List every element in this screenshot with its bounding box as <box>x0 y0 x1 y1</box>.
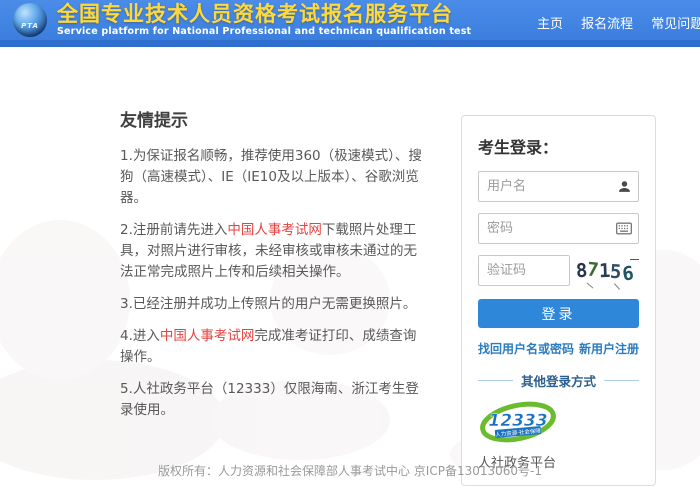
captcha-noise <box>614 283 620 290</box>
captcha-row: 87156 <box>478 255 639 286</box>
site-logo: PTA <box>13 3 47 37</box>
divider-line <box>478 380 513 381</box>
tip-text: 5.人社政务平台（12333）仅限海南、浙江考生登录使用。 <box>120 381 419 418</box>
captcha-input[interactable] <box>478 255 570 286</box>
copyright-text: 版权所有：人力资源和社会保障部人事考试中心 京ICP备13013060号-1 <box>158 464 542 478</box>
password-input[interactable] <box>478 213 639 244</box>
top-nav: 主页 报名流程 常见问题 咨询电话 <box>537 13 700 32</box>
tip-text: 3.已经注册并成功上传照片的用户无需更换照片。 <box>120 296 416 312</box>
cpta-site-link[interactable]: 中国人事考试网 <box>227 222 322 238</box>
tip-text: 1.为保证报名顺畅，推荐使用360（极速模式）、搜狗（高速模式）、IE（IE10… <box>120 148 422 206</box>
tip-item-4: 4.进入中国人事考试网完成准考证打印、成绩查询操作。 <box>120 326 422 368</box>
tip-text: 2.注册前请先进入 <box>120 222 227 238</box>
cpta-site-link[interactable]: 中国人事考试网 <box>160 328 255 344</box>
gov-12333-logo[interactable]: 12333 人力资源·社会保障 <box>478 400 639 451</box>
page-root: PTA 全国专业技术人员资格考试报名服务平台 Service platform … <box>0 0 700 491</box>
tip-text: 4.进入 <box>120 328 160 344</box>
tips-section: 友情提示 1.为保证报名顺畅，推荐使用360（极速模式）、搜狗（高速模式）、IE… <box>120 106 422 432</box>
tip-item-1: 1.为保证报名顺畅，推荐使用360（极速模式）、搜狗（高速模式）、IE（IE10… <box>120 146 422 209</box>
header-strip <box>0 40 700 47</box>
nav-registration-process[interactable]: 报名流程 <box>581 17 633 32</box>
other-login-divider: 其他登录方式 <box>478 371 639 390</box>
login-button[interactable]: 登录 <box>478 299 639 328</box>
keyboard-icon <box>616 221 632 237</box>
alt-login-section: 12333 人力资源·社会保障 人社政务平台 <box>478 398 639 471</box>
register-link[interactable]: 新用户注册 <box>579 340 639 357</box>
site-subtitle: Service platform for National Profession… <box>57 26 471 38</box>
header: PTA 全国专业技术人员资格考试报名服务平台 Service platform … <box>0 0 700 40</box>
captcha-digit: 6 <box>621 262 635 285</box>
nav-home[interactable]: 主页 <box>537 17 563 32</box>
captcha-image[interactable]: 87156 <box>570 260 639 282</box>
user-icon <box>616 179 632 195</box>
tip-item-5: 5.人社政务平台（12333）仅限海南、浙江考生登录使用。 <box>120 379 422 421</box>
forgot-credentials-link[interactable]: 找回用户名或密码 <box>478 340 574 357</box>
tip-item-3: 3.已经注册并成功上传照片的用户无需更换照片。 <box>120 294 422 315</box>
nav-faq[interactable]: 常见问题 <box>651 17 700 32</box>
password-field-wrap <box>478 213 639 244</box>
site-logo-text: PTA <box>13 22 47 30</box>
username-input[interactable] <box>478 171 639 202</box>
divider-line <box>604 380 639 381</box>
site-title: 全国专业技术人员资格考试报名服务平台 <box>57 2 471 26</box>
username-field-wrap <box>478 171 639 202</box>
footer: 版权所有：人力资源和社会保障部人事考试中心 京ICP备13013060号-1 <box>0 462 700 479</box>
header-titles: 全国专业技术人员资格考试报名服务平台 Service platform for … <box>57 2 471 38</box>
login-title: 考生登录： <box>478 134 639 158</box>
tips-title: 友情提示 <box>120 106 422 131</box>
login-links-row: 找回用户名或密码 新用户注册 <box>478 340 639 357</box>
captcha-field-wrap <box>478 255 570 286</box>
tip-item-2: 2.注册前请先进入中国人事考试网下载照片处理工具，对照片进行审核，未经审核或审核… <box>120 220 422 283</box>
login-panel: 考生登录： 87156 <box>461 115 656 486</box>
other-login-label: 其他登录方式 <box>521 371 596 390</box>
